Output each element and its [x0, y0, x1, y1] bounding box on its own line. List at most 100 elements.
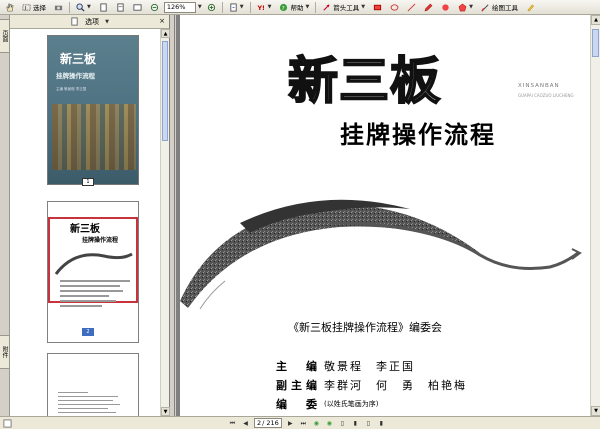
pdf-viewer: I 选择 ▼ 126% ▼ ▼ Y! ▼ ? 帮助 ▼ 箭头工具 ▼ ▼ 绘图工…: [0, 0, 600, 429]
cover-city-image: [52, 104, 136, 170]
camera-icon: [54, 5, 63, 10]
line-tool-button[interactable]: [404, 1, 419, 13]
scroll-down-icon[interactable]: ▼: [161, 407, 170, 416]
pencil-tool-button[interactable]: [421, 1, 436, 13]
chevron-down-icon: ▼: [87, 4, 91, 10]
tab-attachments[interactable]: 附件: [0, 335, 10, 369]
yahoo-icon: Y!: [257, 5, 265, 12]
markup-tool-button[interactable]: 绘图工具: [478, 1, 521, 13]
current-page-number: 2: [257, 419, 262, 427]
thumbnail-page-3[interactable]: [47, 353, 139, 423]
cover-subtitle: 挂牌操作流程: [56, 72, 95, 80]
continuous-icon[interactable]: ▮: [351, 419, 360, 428]
fit-width-button[interactable]: [130, 1, 145, 13]
polygon-icon: [458, 3, 467, 11]
document-title: 新三板: [287, 50, 441, 111]
tab-pages[interactable]: 页面: [0, 19, 10, 53]
zoom-out-icon: [150, 3, 158, 11]
latin-title: XINSANBAN: [518, 83, 560, 89]
scroll-up-icon[interactable]: ▲: [161, 29, 170, 38]
rotate-button[interactable]: ▼: [226, 1, 247, 13]
thumbnail-panel-header: 选项 ▼ ×: [10, 15, 169, 29]
cover-meta: 主编 敬景程 李正国: [56, 87, 87, 91]
chevron-down-icon: ▼: [239, 4, 244, 10]
page-number-field[interactable]: 2 / 216: [254, 418, 282, 428]
zoom-in-button[interactable]: ▼: [73, 1, 94, 13]
page-number-2: 2: [82, 328, 94, 336]
ellipse-icon: [390, 3, 399, 11]
select-tool-button[interactable]: I 选择: [19, 1, 49, 13]
forward-view-icon[interactable]: ◉: [325, 419, 334, 428]
pencil-icon: [424, 3, 433, 11]
thumb-subtitle: 挂牌操作流程: [82, 237, 119, 244]
single-page-icon[interactable]: ▯: [338, 419, 347, 428]
zoom-in-plus-button[interactable]: [204, 1, 219, 13]
text-select-icon: I: [22, 3, 31, 11]
page-number-1: 1: [82, 178, 94, 186]
scroll-thumb[interactable]: [162, 41, 168, 141]
chevron-down-icon: ▼: [267, 4, 272, 10]
scroll-up-icon[interactable]: ▲: [591, 15, 600, 25]
facing-pages-icon[interactable]: ▯: [364, 419, 373, 428]
swoosh-graphic: [180, 199, 582, 310]
highlighter-icon: [527, 3, 534, 11]
options-menu[interactable]: 选项: [85, 17, 99, 27]
document-scrollbar[interactable]: ▲ ▼: [590, 15, 600, 416]
svg-text:I: I: [25, 5, 27, 11]
status-bar: ⏮ ◀ 2 / 216 ▶ ⏭ ◉ ◉ ▯ ▮ ▯ ▮: [0, 416, 600, 429]
document-view[interactable]: 新三板 XINSANBAN GUAPAI CAOZUO LIUCHENG 挂牌操…: [176, 15, 590, 416]
snapshot-button[interactable]: [51, 1, 66, 13]
first-page-icon[interactable]: ⏮: [228, 419, 237, 428]
page-icon: [100, 2, 107, 12]
back-view-icon[interactable]: ◉: [312, 419, 321, 428]
arrow-tool-button[interactable]: 箭头工具 ▼: [319, 1, 368, 13]
ellipse-tool-button[interactable]: [387, 1, 402, 13]
magnifier-icon: [76, 2, 85, 12]
actual-size-button[interactable]: [96, 1, 111, 13]
thumb-swoosh-graphic: [54, 252, 133, 275]
continuous-facing-icon[interactable]: ▮: [377, 419, 386, 428]
page-size-icon[interactable]: [3, 419, 12, 428]
toolbar-separator: [249, 1, 251, 13]
next-page-icon[interactable]: ▶: [286, 419, 295, 428]
close-icon[interactable]: ×: [159, 17, 165, 25]
polygon-tool-button[interactable]: ▼: [455, 1, 476, 13]
help-label: 帮助: [290, 4, 304, 12]
toolbar-separator: [315, 1, 317, 13]
plus-circle-icon: [207, 3, 215, 11]
rectangle-tool-button[interactable]: [370, 1, 385, 13]
chevron-down-icon: ▼: [361, 4, 366, 10]
editor-list: 主 编 敬景程 李正国 副主编 李群河 何 勇 柏艳梅 编 委 (以姓氏笔画为序…: [276, 357, 467, 414]
yahoo-button[interactable]: Y! ▼: [254, 1, 275, 13]
cover-title: 新三板: [60, 52, 97, 66]
document-page: 新三板 XINSANBAN GUAPAI CAOZUO LIUCHENG 挂牌操…: [180, 15, 590, 416]
zoom-out-button[interactable]: [147, 1, 162, 13]
thumbnail-scrollbar[interactable]: ▲ ▼: [160, 29, 170, 416]
toolbar: I 选择 ▼ 126% ▼ ▼ Y! ▼ ? 帮助 ▼ 箭头工具 ▼ ▼ 绘图工…: [0, 0, 600, 15]
scroll-thumb[interactable]: [592, 29, 599, 57]
latin-subtitle: GUAPAI CAOZUO LIUCHENG: [518, 93, 574, 98]
select-tool-label: 选择: [33, 4, 46, 12]
zoom-dropdown-icon[interactable]: ▼: [198, 4, 202, 10]
last-page-icon[interactable]: ⏭: [299, 419, 308, 428]
navigation-tabs: 页面 附件: [0, 15, 10, 416]
tab-pages-label: 页面: [1, 30, 8, 42]
rectangle-icon: [374, 4, 382, 10]
hand-tool-button[interactable]: [2, 1, 17, 13]
role-label: 编 委: [276, 398, 321, 411]
zoom-level-input[interactable]: 126%: [163, 1, 196, 13]
panel-splitter[interactable]: [170, 15, 175, 416]
thumbnail-page-1[interactable]: 新三板 挂牌操作流程 主编 敬景程 李正国: [47, 35, 139, 185]
help-button[interactable]: ? 帮助 ▼: [276, 1, 312, 13]
cloud-tool-button[interactable]: [438, 1, 453, 13]
fit-width-icon: [133, 3, 142, 11]
fit-page-button[interactable]: [113, 1, 128, 13]
markup-icon: [481, 3, 489, 11]
scroll-down-icon[interactable]: ▼: [591, 406, 600, 416]
role-note: (以姓氏笔画为序): [324, 400, 379, 408]
chevron-down-icon: ▼: [105, 18, 109, 25]
thumbnail-page-2[interactable]: 新三板 挂牌操作流程: [47, 201, 139, 343]
previous-page-icon[interactable]: ◀: [241, 419, 250, 428]
help-icon: ?: [280, 3, 288, 11]
highlighter-button[interactable]: [523, 1, 538, 13]
